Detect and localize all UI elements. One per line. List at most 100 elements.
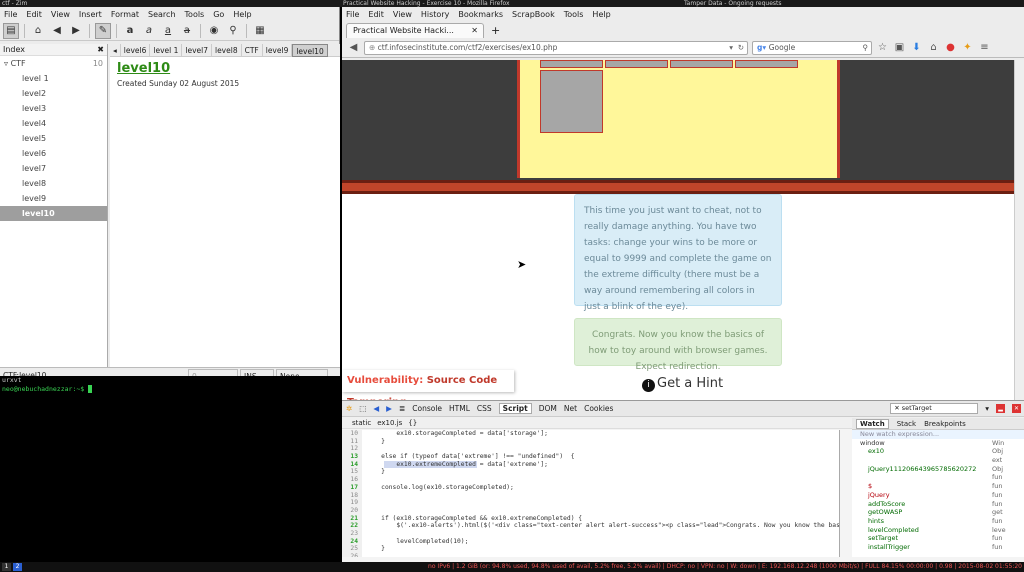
minimize-icon[interactable]: ▂ (996, 404, 1005, 413)
menu-icon[interactable]: ≡ (978, 42, 991, 53)
line-number[interactable]: 21 (342, 514, 362, 523)
ff-menu-tools[interactable]: Tools (564, 10, 584, 19)
ff-menu-scrapbook[interactable]: ScrapBook (512, 10, 555, 19)
line-number[interactable]: 24 (342, 537, 362, 546)
hint-button[interactable]: i Get a Hint (642, 376, 723, 392)
tree-item-level6[interactable]: level6 (0, 146, 107, 161)
ff-menu-bookmarks[interactable]: Bookmarks (458, 10, 503, 19)
close-icon[interactable]: ✖ (97, 45, 104, 54)
pathbar-back-icon[interactable]: ◂ (110, 44, 121, 57)
path-tab[interactable]: level7 (182, 44, 212, 57)
tab-cookies[interactable]: Cookies (584, 404, 613, 413)
zim-menu-file[interactable]: File (4, 10, 17, 19)
tree-item-level3[interactable]: level3 (0, 101, 107, 116)
attach-icon[interactable]: ⚲ (225, 23, 241, 39)
line-number[interactable]: 11 (342, 437, 362, 446)
eye-icon[interactable]: ◉ (206, 23, 222, 39)
line-number[interactable]: 23 (342, 529, 362, 538)
tab-html[interactable]: HTML (449, 404, 470, 413)
tab-net[interactable]: Net (564, 404, 577, 413)
close-icon[interactable]: ✕ (1012, 404, 1021, 413)
script-source-view[interactable]: 10 ex10.storageCompleted = data['storage… (342, 430, 840, 557)
watch-row[interactable]: jQuery1112066439657856202​72 Obj (852, 465, 1024, 474)
new-watch-input[interactable]: New watch expression... (852, 430, 1024, 439)
line-number[interactable]: 12 (342, 445, 362, 454)
adblock-icon[interactable]: ● (944, 42, 957, 53)
ff-menu-help[interactable]: Help (592, 10, 610, 19)
zim-menu-tools[interactable]: Tools (185, 10, 205, 19)
browser-tab[interactable]: Practical Website Hacki... ✕ (346, 23, 484, 38)
line-number[interactable]: 25 (342, 545, 362, 553)
file-select[interactable]: ex10.js (377, 419, 402, 427)
line-number[interactable]: 26 (342, 553, 362, 557)
ff-menu-history[interactable]: History (421, 10, 449, 19)
ff-menu-view[interactable]: View (393, 10, 412, 19)
ff-menu-file[interactable]: File (346, 10, 359, 19)
game-tile[interactable] (605, 60, 668, 68)
page-scrollbar[interactable] (1014, 60, 1024, 400)
line-number[interactable]: 18 (342, 491, 362, 500)
search-options-icon[interactable]: ▾ (985, 404, 989, 413)
watch-row[interactable]: fun (852, 473, 1024, 482)
path-tab[interactable]: level8 (212, 44, 242, 57)
url-bar[interactable]: ⊕ ctf.infosecinstitute.com/ctf2/exercise… (364, 40, 748, 55)
italic-icon[interactable]: a (141, 23, 157, 39)
inspect-icon[interactable]: ⬚ (359, 404, 366, 413)
tab-stack[interactable]: Stack (897, 420, 916, 428)
search-icon[interactable]: ⚲ (863, 42, 869, 54)
line-number[interactable]: 20 (342, 506, 362, 515)
tree-item-level9[interactable]: level9 (0, 191, 107, 206)
tree-item-level7[interactable]: level7 (0, 161, 107, 176)
game-tile[interactable] (540, 70, 603, 133)
back-icon[interactable]: ◀ (373, 404, 379, 413)
path-tab[interactable]: CTF (242, 44, 263, 57)
workspace-1[interactable]: 1 (2, 563, 11, 571)
dropdown-icon[interactable]: ▾ (729, 42, 733, 54)
ff-menu-edit[interactable]: Edit (368, 10, 384, 19)
reading-list-icon[interactable]: ▣ (893, 42, 906, 53)
console-toggle-icon[interactable]: ≣ (399, 404, 405, 413)
tree-item-ctf[interactable]: ▿ CTF 10 (0, 56, 107, 71)
game-tile[interactable] (670, 60, 733, 68)
path-tab[interactable]: level 1 (150, 44, 183, 57)
watch-row[interactable]: setTarget fun (852, 534, 1024, 543)
zim-menu-format[interactable]: Format (111, 10, 139, 19)
firebug-icon[interactable]: ✲ (346, 404, 352, 413)
addon-icon[interactable]: ✦ (961, 42, 974, 53)
search-box[interactable]: g▾ Google ⚲ (752, 40, 872, 55)
zim-menu-search[interactable]: Search (148, 10, 175, 19)
watch-row[interactable]: ext (852, 456, 1024, 465)
line-number[interactable]: 17 (342, 483, 362, 492)
line-number[interactable]: 15 (342, 468, 362, 477)
strike-icon[interactable]: a (179, 23, 195, 39)
watch-row[interactable]: hints fun (852, 517, 1024, 526)
watch-row[interactable]: $ fun (852, 482, 1024, 491)
download-icon[interactable]: ⬇ (910, 42, 923, 53)
watch-row[interactable]: getOWASP get (852, 508, 1024, 517)
line-number[interactable]: 16 (342, 476, 362, 484)
watch-row[interactable]: addToScore fun (852, 500, 1024, 509)
tab-close-icon[interactable]: ✕ (471, 24, 478, 38)
static-select[interactable]: static (352, 419, 371, 427)
back-arrow-icon[interactable]: ◀ (347, 42, 360, 53)
tree-item-level4[interactable]: level4 (0, 116, 107, 131)
zim-menu-go[interactable]: Go (213, 10, 224, 19)
home-icon[interactable]: ⌂ (30, 23, 46, 39)
reload-icon[interactable]: ↻ (738, 42, 744, 54)
forward-icon[interactable]: ▶ (68, 23, 84, 39)
new-page-icon[interactable]: ▤ (3, 22, 19, 39)
line-number[interactable]: 14 (342, 460, 362, 469)
braces-icon[interactable]: {} (408, 419, 417, 427)
zim-menu-edit[interactable]: Edit (26, 10, 42, 19)
line-number[interactable]: 22 (342, 522, 362, 530)
tab-console[interactable]: Console (412, 404, 442, 413)
line-number[interactable]: 10 (342, 430, 362, 438)
line-number[interactable]: 19 (342, 499, 362, 507)
path-tab[interactable]: level6 (121, 44, 151, 57)
path-tab-current[interactable]: level10 (292, 44, 328, 57)
watch-row[interactable]: window Win (852, 439, 1024, 448)
game-tile[interactable] (540, 60, 603, 68)
tab-dom[interactable]: DOM (539, 404, 557, 413)
home-icon[interactable]: ⌂ (927, 42, 940, 53)
line-number[interactable]: 13 (342, 453, 362, 461)
